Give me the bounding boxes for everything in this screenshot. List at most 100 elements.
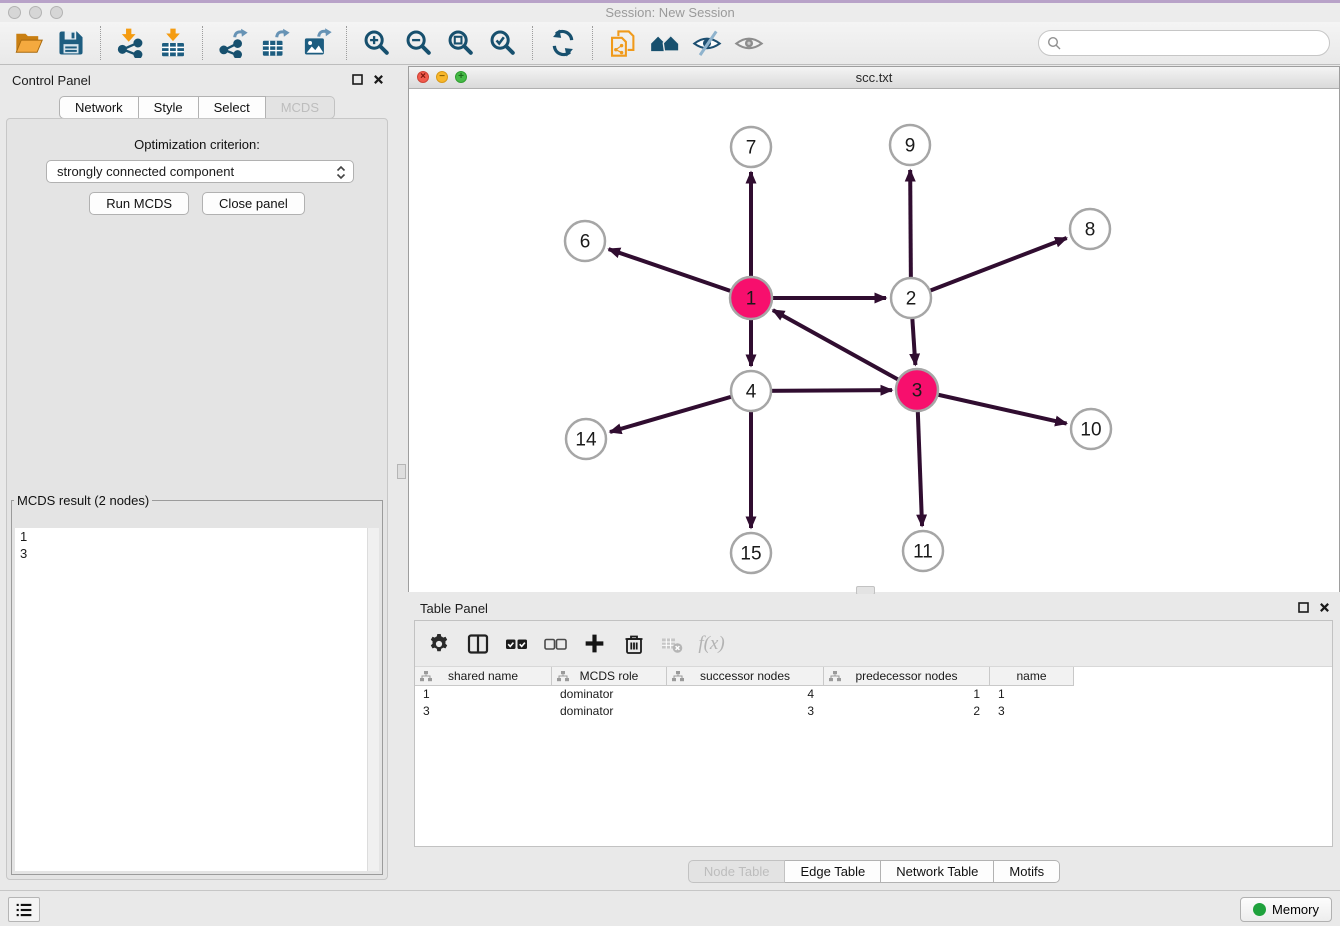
network-canvas[interactable]: 1 2 3 4 6 7 8 9 10 11 14 15 bbox=[409, 89, 1339, 592]
show-all-button[interactable] bbox=[731, 25, 767, 61]
cell-successor-nodes[interactable]: 4 bbox=[667, 686, 824, 703]
mcds-result-list: 13 bbox=[15, 528, 379, 871]
graph-node-3[interactable]: 3 bbox=[896, 369, 938, 411]
export-network-button[interactable] bbox=[215, 25, 251, 61]
column-header-shared-name[interactable]: shared name bbox=[415, 667, 552, 686]
control-panel-header: Control Panel bbox=[0, 66, 394, 96]
graph-node-10[interactable]: 10 bbox=[1071, 409, 1111, 449]
graph-node-1[interactable]: 1 bbox=[730, 277, 772, 319]
refresh-layout-button[interactable] bbox=[545, 25, 581, 61]
hide-selected-button[interactable] bbox=[689, 25, 725, 61]
graph-node-6[interactable]: 6 bbox=[565, 221, 605, 261]
export-table-button[interactable] bbox=[257, 25, 293, 61]
close-panel-button[interactable]: Close panel bbox=[202, 192, 305, 215]
network-overview-button[interactable] bbox=[647, 25, 683, 61]
search-input[interactable] bbox=[1038, 30, 1330, 56]
save-session-button[interactable] bbox=[53, 25, 89, 61]
tab-network[interactable]: Network bbox=[59, 96, 139, 119]
graph-node-8[interactable]: 8 bbox=[1070, 209, 1110, 249]
result-line: 3 bbox=[15, 545, 379, 562]
share-document-button[interactable] bbox=[605, 25, 641, 61]
splitter-grip[interactable] bbox=[397, 464, 406, 479]
memory-button[interactable]: Memory bbox=[1240, 897, 1332, 922]
network-view-window: × − + scc.txt 1 2 3 4 6 7 8 9 10 11 14 15 bbox=[408, 66, 1340, 592]
vertical-splitter[interactable] bbox=[394, 66, 408, 890]
graph-node-11[interactable]: 11 bbox=[903, 531, 943, 571]
graph-node-2[interactable]: 2 bbox=[891, 278, 931, 318]
refresh-icon bbox=[548, 28, 578, 58]
optimization-criterion-label: Optimization criterion: bbox=[7, 137, 387, 152]
tab-style[interactable]: Style bbox=[139, 96, 199, 119]
export-image-button[interactable] bbox=[299, 25, 335, 61]
add-column-button[interactable] bbox=[581, 630, 608, 657]
main-toolbar bbox=[0, 22, 1340, 65]
deselect-all-button[interactable] bbox=[542, 630, 569, 657]
split-panel-button[interactable] bbox=[464, 630, 491, 657]
control-panel-tabs: NetworkStyleSelectMCDS bbox=[0, 96, 394, 119]
graph-edge-4-14[interactable] bbox=[610, 391, 751, 432]
cell-name[interactable]: 3 bbox=[990, 703, 1074, 720]
network-graph[interactable]: 1 2 3 4 6 7 8 9 10 11 14 15 bbox=[409, 89, 1339, 592]
graph-edge-3-1[interactable] bbox=[773, 310, 917, 390]
attribute-tree-icon bbox=[829, 671, 841, 682]
table-settings-button[interactable] bbox=[425, 630, 452, 657]
table-tab-edge-table[interactable]: Edge Table bbox=[785, 860, 881, 883]
table-tab-network-table[interactable]: Network Table bbox=[881, 860, 994, 883]
trash-icon bbox=[622, 632, 646, 656]
tab-mcds[interactable]: MCDS bbox=[266, 96, 335, 119]
network-window-titlebar: × − + scc.txt bbox=[409, 67, 1339, 89]
zoom-fit-button[interactable] bbox=[443, 25, 479, 61]
criterion-select[interactable]: strongly connected component bbox=[46, 160, 354, 183]
memory-label: Memory bbox=[1272, 902, 1319, 917]
criterion-selected-value: strongly connected component bbox=[57, 164, 234, 179]
graph-node-label: 4 bbox=[746, 382, 757, 403]
cell-name[interactable]: 1 bbox=[990, 686, 1074, 703]
cell-shared-name[interactable]: 1 bbox=[415, 686, 552, 703]
table-tab-node-table[interactable]: Node Table bbox=[688, 860, 786, 883]
export-table-icon bbox=[260, 28, 290, 58]
table-row[interactable]: 1dominator411 bbox=[415, 686, 1332, 703]
result-scrollbar[interactable] bbox=[367, 528, 379, 871]
column-header-predecessor-nodes[interactable]: predecessor nodes bbox=[824, 667, 990, 686]
graph-edge-3-10[interactable] bbox=[917, 390, 1067, 424]
column-header-mcds-role[interactable]: MCDS role bbox=[552, 667, 667, 686]
delete-column-button[interactable] bbox=[620, 630, 647, 657]
run-mcds-button[interactable]: Run MCDS bbox=[89, 192, 189, 215]
zoom-selected-button[interactable] bbox=[485, 25, 521, 61]
cell-predecessor-nodes[interactable]: 1 bbox=[824, 686, 990, 703]
delete-table-icon bbox=[660, 632, 685, 656]
column-header-successor-nodes[interactable]: successor nodes bbox=[667, 667, 824, 686]
graph-edge-1-6[interactable] bbox=[609, 249, 751, 298]
graph-node-14[interactable]: 14 bbox=[566, 419, 606, 459]
graph-edge-2-8[interactable] bbox=[911, 238, 1067, 298]
table-frame: f(x) shared nameMCDS rolesuccessor nodes… bbox=[414, 620, 1333, 847]
import-network-button[interactable] bbox=[113, 25, 149, 61]
table-row[interactable]: 3dominator323 bbox=[415, 703, 1332, 720]
column-header-name[interactable]: name bbox=[990, 667, 1074, 686]
close-panel-icon[interactable] bbox=[373, 74, 384, 85]
eye-icon bbox=[734, 28, 764, 58]
select-all-button[interactable] bbox=[503, 630, 530, 657]
float-table-panel-icon[interactable] bbox=[1298, 602, 1309, 613]
graph-node-15[interactable]: 15 bbox=[731, 533, 771, 573]
attribute-tree-icon bbox=[672, 671, 684, 682]
graph-node-9[interactable]: 9 bbox=[890, 125, 930, 165]
zoom-in-button[interactable] bbox=[359, 25, 395, 61]
table-tab-motifs[interactable]: Motifs bbox=[994, 860, 1060, 883]
graph-node-7[interactable]: 7 bbox=[731, 127, 771, 167]
task-history-button[interactable] bbox=[8, 897, 40, 922]
cell-predecessor-nodes[interactable]: 2 bbox=[824, 703, 990, 720]
toolbar-separator bbox=[532, 26, 534, 60]
cell-mcds-role[interactable]: dominator bbox=[552, 703, 667, 720]
close-table-panel-icon[interactable] bbox=[1319, 602, 1330, 613]
float-panel-icon[interactable] bbox=[352, 74, 363, 85]
open-file-button[interactable] bbox=[11, 25, 47, 61]
graph-node-4[interactable]: 4 bbox=[731, 371, 771, 411]
import-table-button[interactable] bbox=[155, 25, 191, 61]
zoom-out-button[interactable] bbox=[401, 25, 437, 61]
zoom-fit-icon bbox=[446, 28, 476, 58]
cell-mcds-role[interactable]: dominator bbox=[552, 686, 667, 703]
tab-select[interactable]: Select bbox=[199, 96, 266, 119]
cell-shared-name[interactable]: 3 bbox=[415, 703, 552, 720]
cell-successor-nodes[interactable]: 3 bbox=[667, 703, 824, 720]
